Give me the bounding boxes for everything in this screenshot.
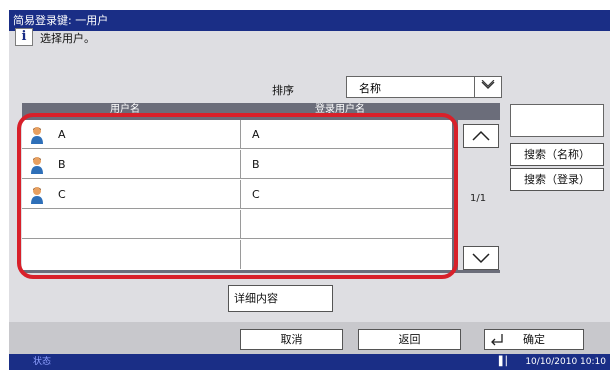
search-login-button[interactable]: 搜索（登录）: [510, 168, 604, 191]
instruction-message: 选择用户。: [40, 32, 95, 45]
status-datetime: 10/10/2010 10:10: [525, 357, 606, 367]
sort-label: 排序: [272, 84, 294, 97]
top-margin: [0, 0, 610, 10]
sort-dropdown[interactable]: 名称: [346, 76, 502, 98]
scroll-down-button[interactable]: [463, 246, 499, 270]
chevron-down-icon: [472, 253, 490, 264]
ok-label: 确定: [523, 333, 545, 346]
network-icon: ▌▏: [499, 357, 513, 367]
info-icon: i: [15, 28, 33, 46]
back-button[interactable]: 返回: [358, 329, 461, 350]
search-name-button[interactable]: 搜索（名称）: [510, 143, 604, 166]
ok-button[interactable]: 确定: [484, 329, 584, 350]
chevron-down-icon[interactable]: [474, 77, 501, 97]
chevron-up-icon: [472, 130, 490, 141]
sort-value: 名称: [359, 82, 381, 95]
scroll-up-button[interactable]: [463, 124, 499, 148]
status-bar: 状态 ▌▏ 10/10/2010 10:10: [9, 354, 610, 370]
page-indicator: 1/1: [470, 193, 487, 204]
status-tab[interactable]: 状态: [33, 354, 51, 370]
details-button[interactable]: 详细内容: [228, 285, 333, 312]
title-bar: 简易登录键: 一用户: [9, 10, 610, 31]
cancel-button[interactable]: 取消: [240, 329, 343, 350]
search-result-box: [510, 104, 604, 137]
selection-highlight: [17, 113, 458, 279]
